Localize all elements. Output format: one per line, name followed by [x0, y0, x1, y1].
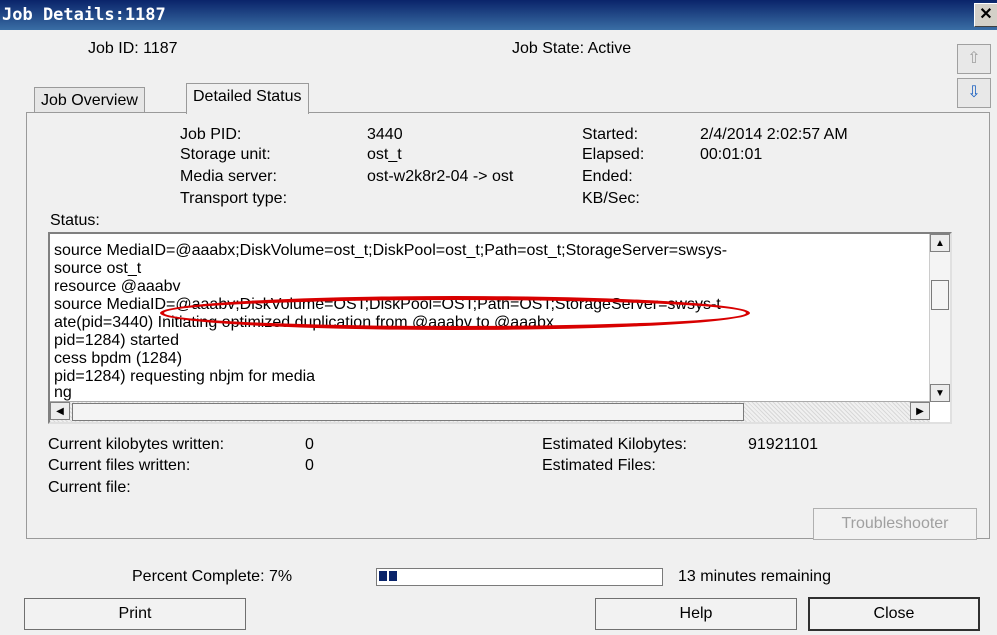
current-file-label: Current file:	[48, 479, 131, 496]
percent-complete-label: Percent Complete: 7%	[132, 568, 293, 585]
close-icon[interactable]: ✕	[974, 3, 997, 27]
storage-unit-value: ost_t	[367, 146, 402, 163]
started-value: 2/4/2014 2:02:57 AM	[700, 126, 848, 143]
current-files-value: 0	[305, 457, 314, 474]
estimated-kb-label: Estimated Kilobytes:	[542, 436, 687, 453]
vertical-scrollbar[interactable]: ▲ ▼	[929, 234, 950, 402]
scroll-down-icon[interactable]: ▼	[930, 384, 950, 402]
started-label: Started:	[582, 126, 639, 143]
media-server-label: Media server:	[180, 168, 277, 185]
scroll-left-icon[interactable]: ◀	[50, 402, 70, 420]
status-line: resource @aaabv	[54, 278, 181, 295]
status-label: Status:	[50, 212, 100, 229]
elapsed-value: 00:01:01	[700, 146, 763, 163]
status-line: source ost_t	[54, 260, 142, 277]
troubleshooter-button[interactable]: Troubleshooter	[813, 508, 977, 540]
kbsec-label: KB/Sec:	[582, 190, 640, 207]
estimated-files-label: Estimated Files:	[542, 457, 656, 474]
window-title: Job Details:1187	[2, 5, 166, 25]
ended-label: Ended:	[582, 168, 633, 185]
progress-fill	[379, 571, 399, 581]
current-kb-value: 0	[305, 436, 314, 453]
current-files-label: Current files written:	[48, 457, 191, 474]
current-kb-label: Current kilobytes written:	[48, 436, 225, 453]
help-button[interactable]: Help	[595, 598, 797, 630]
horizontal-scrollbar[interactable]: ◀ ▶	[50, 401, 930, 422]
media-server-value: ost-w2k8r2-04 -> ost	[367, 168, 514, 185]
status-line: pid=1284) started	[54, 332, 179, 349]
print-button[interactable]: Print	[24, 598, 246, 630]
status-line: source MediaID=@aaabx;DiskVolume=ost_t;D…	[54, 242, 728, 259]
storage-unit-label: Storage unit:	[180, 146, 271, 163]
status-line: pid=1284) requesting nbjm for media	[54, 368, 316, 385]
time-remaining: 13 minutes remaining	[678, 568, 831, 585]
tab-job-overview[interactable]: Job Overview	[34, 87, 145, 114]
estimated-kb-value: 91921101	[748, 436, 818, 453]
job-pid-value: 3440	[367, 126, 403, 143]
vertical-scroll-thumb[interactable]	[931, 280, 949, 310]
progress-bar	[376, 568, 663, 586]
job-state-label: Job State: Active	[512, 40, 632, 57]
status-line: cess bpdm (1284)	[54, 350, 183, 367]
transport-type-label: Transport type:	[180, 190, 288, 207]
down-arrow-icon[interactable]: ⇩	[957, 78, 991, 108]
up-arrow-icon[interactable]: ⇧	[957, 44, 991, 74]
title-bar: Job Details:1187	[0, 0, 997, 30]
close-button[interactable]: Close	[808, 597, 980, 631]
tab-detailed-status[interactable]: Detailed Status	[186, 83, 309, 114]
scroll-right-icon[interactable]: ▶	[910, 402, 930, 420]
horizontal-scroll-thumb[interactable]	[72, 403, 744, 421]
job-pid-label: Job PID:	[180, 126, 242, 143]
elapsed-label: Elapsed:	[582, 146, 645, 163]
status-line: ng	[54, 384, 72, 401]
scroll-up-icon[interactable]: ▲	[930, 234, 950, 252]
job-id-label: Job ID: 1187	[88, 40, 178, 57]
highlight-oval	[160, 296, 750, 330]
